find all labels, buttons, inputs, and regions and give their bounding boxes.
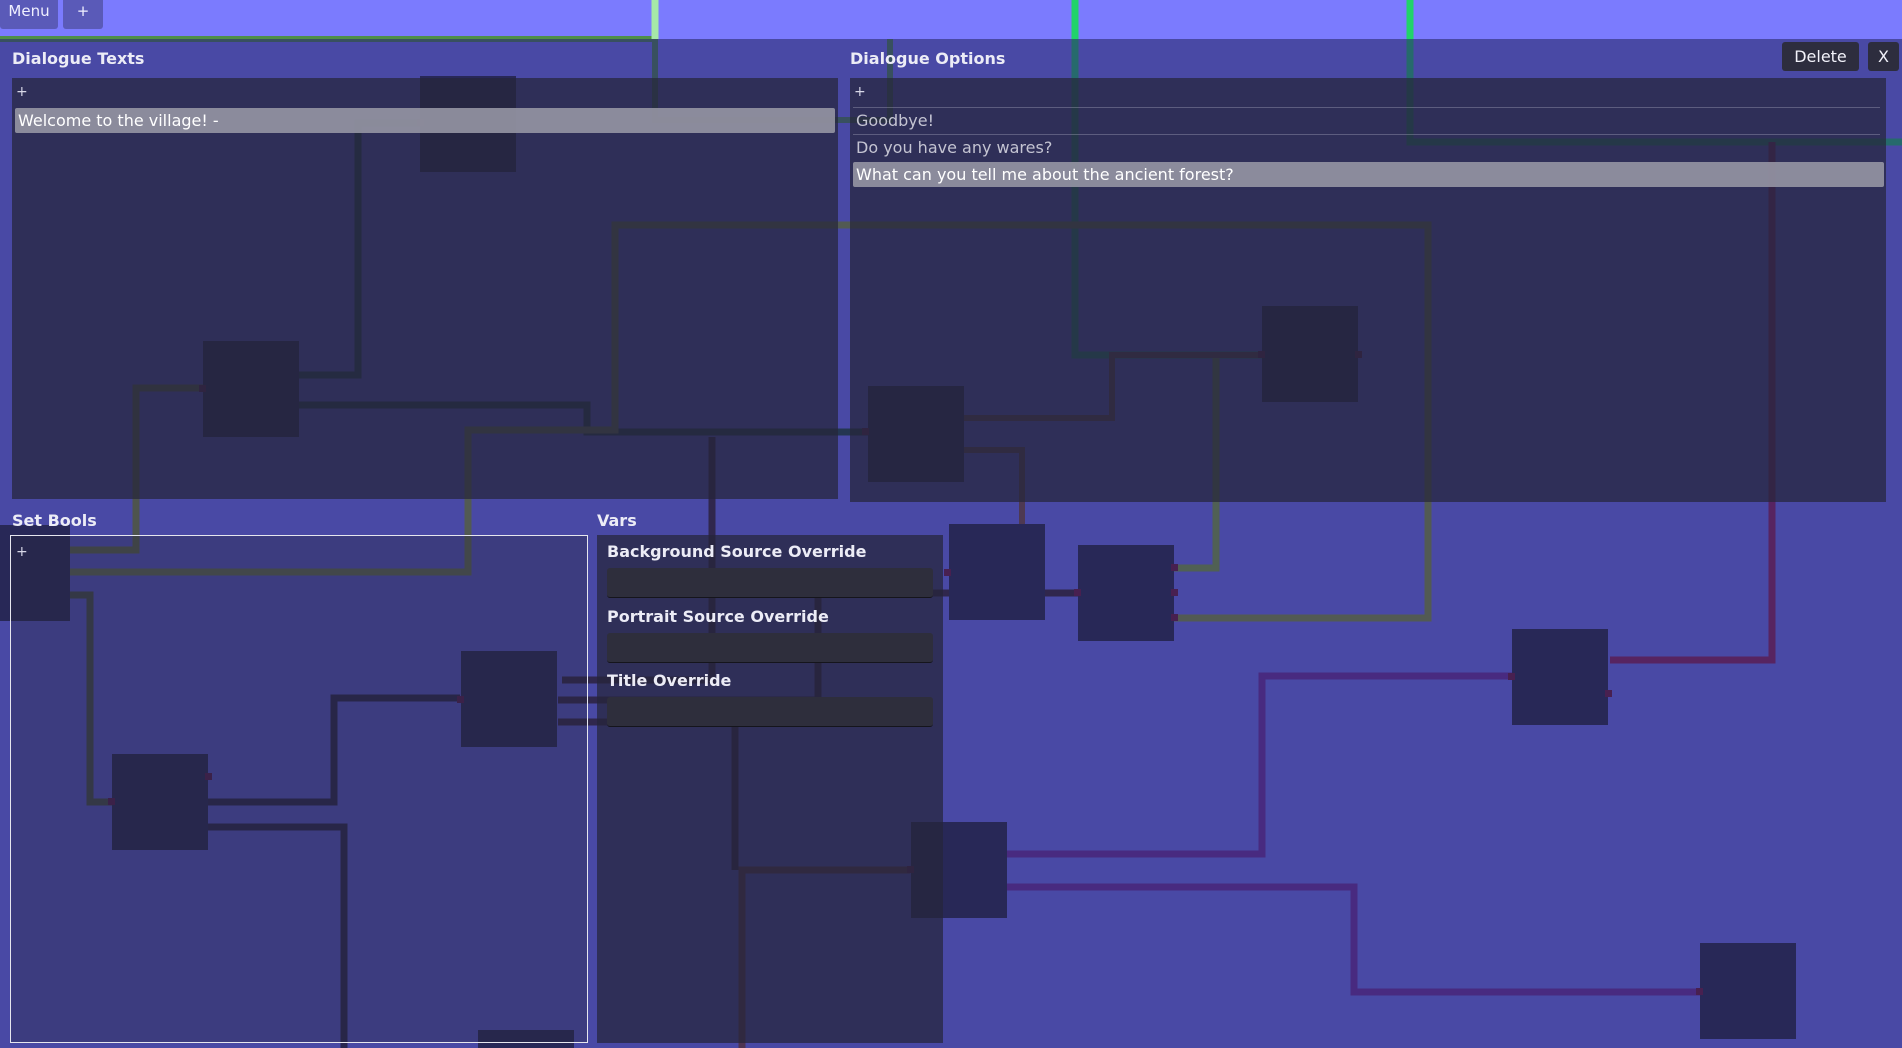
dialogue-options-title: Dialogue Options — [850, 49, 1006, 68]
add-dialogue-text-button[interactable]: + — [16, 84, 28, 100]
set-bools-title: Set Bools — [12, 511, 97, 530]
set-bools-panel: + — [10, 535, 588, 1043]
dialogue-texts-title: Dialogue Texts — [12, 49, 145, 68]
background-source-override-input[interactable] — [607, 568, 933, 598]
dialogue-text-item[interactable]: Welcome to the village! - — [15, 108, 835, 133]
title-override-input[interactable] — [607, 697, 933, 727]
menu-button[interactable]: Menu — [0, 0, 58, 29]
portrait-source-override-input[interactable] — [607, 633, 933, 663]
title-override-label: Title Override — [607, 671, 732, 690]
vars-panel: Background Source Override Portrait Sour… — [597, 535, 943, 1043]
delete-button[interactable]: Delete — [1782, 42, 1859, 71]
background-source-override-label: Background Source Override — [607, 542, 867, 561]
portrait-source-override-label: Portrait Source Override — [607, 607, 829, 626]
add-node-button[interactable]: + — [63, 0, 103, 29]
dialogue-texts-panel: + Welcome to the village! - — [12, 78, 838, 499]
dialogue-options-panel: + Goodbye! Do you have any wares? What c… — [850, 78, 1886, 502]
vars-title: Vars — [597, 511, 637, 530]
add-bool-button[interactable]: + — [16, 544, 28, 560]
dialogue-option-item[interactable]: Do you have any wares? — [853, 134, 1880, 159]
dialogue-option-item-selected[interactable]: What can you tell me about the ancient f… — [853, 162, 1884, 187]
close-button[interactable]: X — [1868, 42, 1899, 71]
add-dialogue-option-button[interactable]: + — [854, 84, 866, 100]
dialogue-option-item[interactable]: Goodbye! — [853, 107, 1880, 132]
